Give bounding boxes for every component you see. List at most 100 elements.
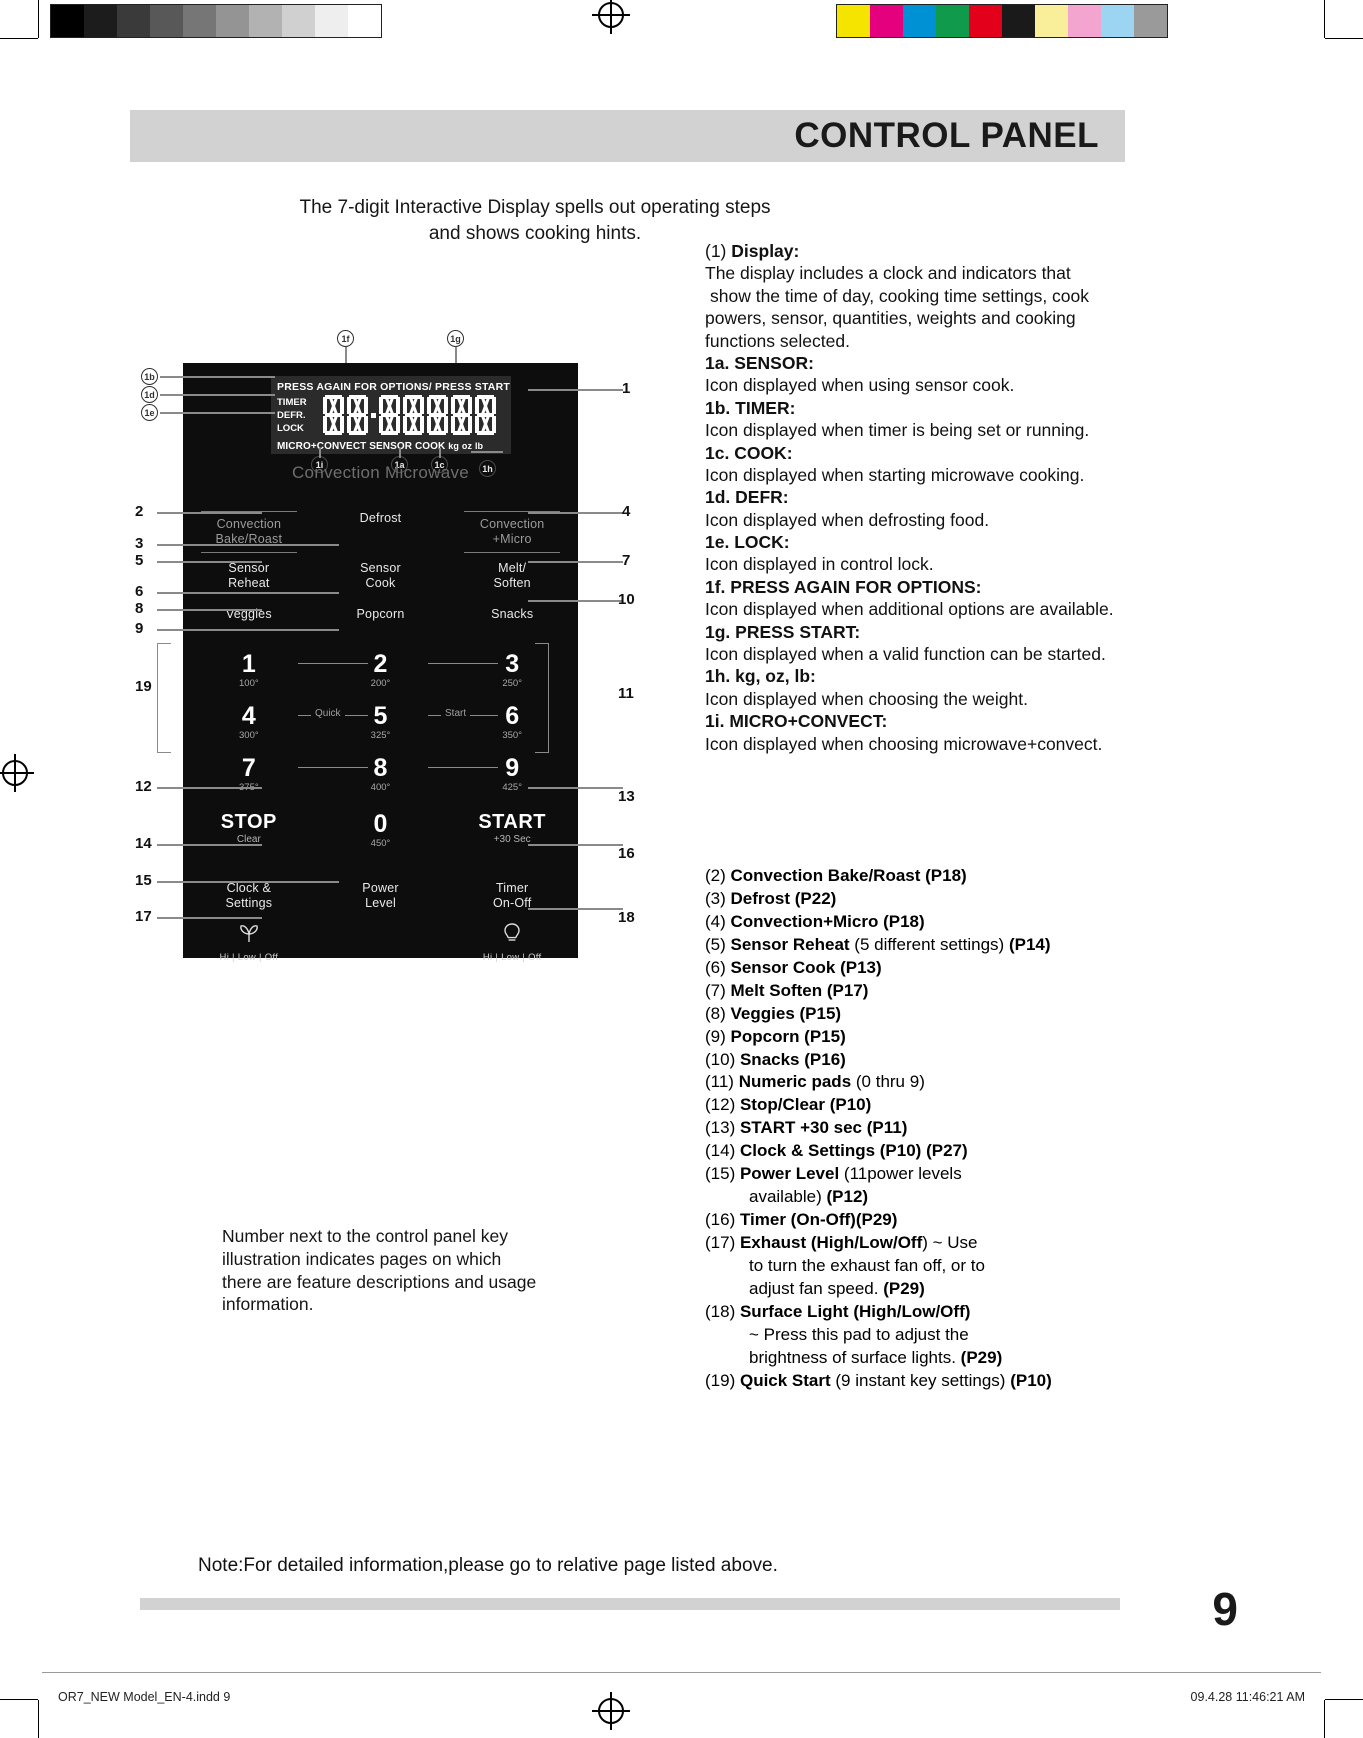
leader-7 <box>528 561 623 563</box>
feature-label: Clock & Settings (P10) (P27) <box>739 1141 968 1161</box>
feature-label: Convection+Micro (P18) <box>730 911 925 931</box>
feature-list-item-19: (19) Quick Start (9 instant key settings… <box>705 1370 1155 1393</box>
grayscale-patch-3 <box>150 5 183 37</box>
leader-18 <box>528 908 623 910</box>
surface-light-button[interactable]: Hi | Low | Off <box>446 921 578 965</box>
feature-list-item-10: (10) Snacks (P16) <box>705 1049 1155 1072</box>
feature-index: (14) <box>705 1141 736 1161</box>
panel-button-start[interactable]: START +30 Sec <box>446 811 578 845</box>
panel-button-0[interactable]: 0 450° <box>315 811 447 849</box>
feature-list-item-cont: ~ Press this pad to adjust the <box>705 1324 1155 1347</box>
panel-button-stop[interactable]: STOP Clear <box>183 811 315 845</box>
keypad-digit: 3 <box>505 650 520 678</box>
lcd-press-again-indicator: PRESS AGAIN FOR OPTIONS/ PRESS START <box>277 381 510 393</box>
panel-button-timer-on-off[interactable]: Timer On-Off <box>446 881 578 911</box>
panel-button-snacks[interactable]: Snacks <box>446 607 578 622</box>
callout-number-14: 14 <box>135 835 152 852</box>
callout-number-11: 11 <box>618 685 634 702</box>
color-patch-3 <box>936 5 969 37</box>
descr-item-body-3: Icon displayed when starting microwave c… <box>705 464 1085 485</box>
feature-list-item-cont: brightness of surface lights. (P29) <box>705 1347 1155 1370</box>
descr-item-body-5: Icon displayed in control lock. <box>705 554 934 575</box>
crop-mark-tl-v <box>38 0 39 38</box>
keypad-button-3[interactable]: 3 250° <box>446 651 578 689</box>
keypad-connector-1 <box>298 663 368 664</box>
leader-1a-stem <box>399 448 401 458</box>
descr-item-body-8: Icon displayed when choosing the weight. <box>705 688 1028 709</box>
descr-item-title-8: 1h. kg, oz, lb: <box>705 666 816 687</box>
keypad-button-8[interactable]: 8 400° <box>315 755 447 793</box>
illustration-note-line-4: information. <box>222 1294 314 1315</box>
feature-detail: (11power levels <box>839 1164 962 1184</box>
exhaust-fan-button[interactable]: Hi | Low | Off <box>183 921 315 965</box>
button-label: Sensor <box>228 561 270 575</box>
keypad-temperature: 300° <box>239 730 259 741</box>
keypad-digit: 4 <box>241 702 256 730</box>
panel-button-power-level[interactable]: Power Level <box>315 881 447 911</box>
leader-16 <box>528 844 623 846</box>
crop-mark-tr-v <box>1324 0 1325 38</box>
panel-button-convection-bake-roast[interactable]: Convection Bake/Roast <box>183 511 315 553</box>
panel-button-sensor-reheat[interactable]: Sensor Reheat <box>183 561 315 591</box>
callout-bubble-1d: 1d <box>141 386 158 403</box>
bracket-19 <box>157 643 171 753</box>
feature-label: Snacks (P16) <box>739 1049 846 1069</box>
keypad-row-2: 4 300° 5 325° 6 350° <box>183 703 578 741</box>
keypad-temperature: 100° <box>239 678 259 689</box>
callout-number-8: 8 <box>135 600 144 617</box>
illustration-note-line-3: there are feature descriptions and usage <box>222 1271 537 1292</box>
keypad-button-1[interactable]: 1 100° <box>183 651 315 689</box>
panel-button-popcorn[interactable]: Popcorn <box>315 607 447 622</box>
feature-detail: (9 instant key settings) <box>830 1370 1011 1390</box>
leader-9 <box>157 629 339 631</box>
feature-list-item-11: (11) Numeric pads (0 thru 9) <box>705 1071 1155 1094</box>
button-label: Melt/ <box>498 561 527 575</box>
keypad-button-4[interactable]: 4 300° <box>183 703 315 741</box>
feature-index: (16) <box>705 1210 736 1230</box>
descr-1-heading: (1) Display: <box>705 240 1145 262</box>
page-header-band: CONTROL PANEL <box>130 110 1125 162</box>
keypad-temperature: 200° <box>370 678 391 689</box>
button-sublabel: Settings <box>225 896 273 910</box>
keypad-digit: 9 <box>505 754 520 782</box>
grayscale-patch-2 <box>117 5 150 37</box>
callout-bubble-1b: 1b <box>141 368 158 385</box>
utility-row: Clock & Settings Power Level Timer On-Off <box>183 881 578 911</box>
panel-button-melt-soften[interactable]: Melt/Soften <box>446 561 578 591</box>
panel-button-sensor-cook[interactable]: Sensor Cook <box>315 561 447 591</box>
feature-page-ref: (P12) <box>826 1187 869 1207</box>
descr-item-body-7: Icon displayed when a valid function can… <box>705 644 1106 665</box>
callout-number-15: 15 <box>135 872 152 889</box>
exhaust-fan-icon <box>183 921 315 947</box>
crop-mark-br-v <box>1324 1700 1325 1738</box>
callout-number-17: 17 <box>135 908 152 925</box>
grayscale-patch-8 <box>315 5 348 37</box>
descr-item-body-1: Icon displayed when using sensor cook. <box>705 375 1015 396</box>
button-sublabel: Soften <box>493 576 531 590</box>
feature-label: Exhaust (High/Low/Off <box>739 1233 923 1252</box>
feature-label: Power Level <box>739 1164 840 1184</box>
color-patch-0 <box>837 5 870 37</box>
keypad-temperature: 325° <box>370 730 391 741</box>
panel-button-convection-micro[interactable]: Convection +Micro <box>446 511 578 553</box>
panel-button-clock-settings[interactable]: Clock & Settings <box>183 881 315 911</box>
panel-button-defrost[interactable]: Defrost <box>315 511 447 553</box>
feature-index: (4) <box>705 911 726 931</box>
descr-item-title-9: 1i. MICRO+CONVECT: <box>705 711 888 732</box>
keypad-button-2[interactable]: 2 200° <box>315 651 447 689</box>
feature-label: Stop/Clear (P10) <box>739 1095 872 1115</box>
callout-number-7: 7 <box>622 552 631 569</box>
bracket-11 <box>535 643 549 753</box>
footer-band <box>140 1598 1120 1610</box>
illustration-note-line-1: Number next to the control panel key <box>222 1226 508 1246</box>
keypad-temperature: 350° <box>502 730 522 741</box>
descr-item-title-3: 1c. COOK: <box>705 442 793 463</box>
feature-label: Surface Light (High/Low/Off) <box>739 1301 971 1321</box>
keypad-connector-2 <box>428 663 498 664</box>
feature-index: (10) <box>705 1049 736 1069</box>
feature-list-item-9: (9) Popcorn (P15) <box>705 1026 1155 1049</box>
feature-detail-cont: adjust fan speed. <box>749 1278 884 1298</box>
feature-index: (12) <box>705 1095 736 1115</box>
lcd-digit-5 <box>427 395 448 435</box>
feature-index: (7) <box>705 980 726 1000</box>
